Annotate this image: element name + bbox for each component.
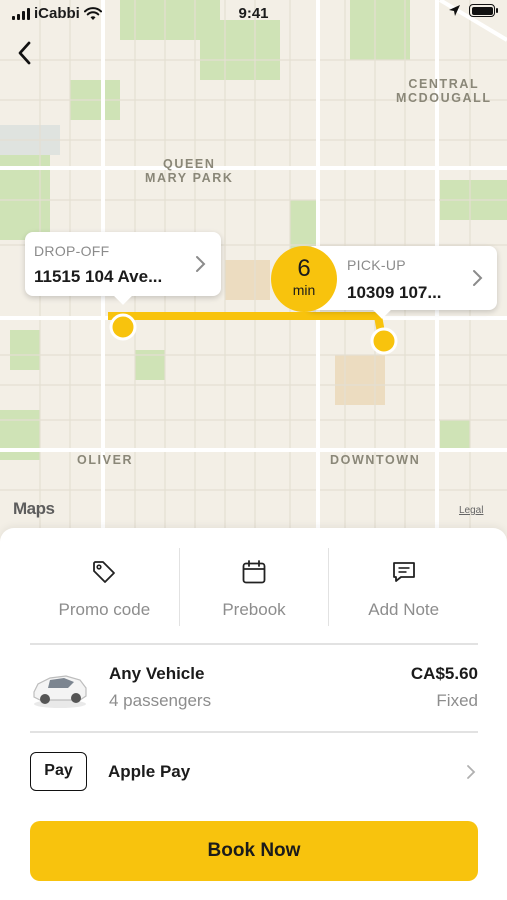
add-note-label: Add Note — [368, 600, 440, 619]
battery-icon — [469, 4, 498, 17]
chevron-right-icon — [196, 256, 206, 272]
fare-type: Fixed — [436, 691, 478, 710]
promo-code-label: Promo code — [58, 600, 151, 619]
legal-link[interactable]: Legal — [459, 505, 483, 516]
apple-pay-badge-text: Pay — [44, 762, 73, 779]
pickup-address: 10309 107... — [347, 283, 442, 302]
vehicle-option[interactable]: Any Vehicle 4 passengers CA$5.60 Fixed — [30, 658, 478, 718]
vehicle-price: CA$5.60 — [410, 664, 478, 683]
status-bar: iCabbi 9:41 — [0, 0, 507, 28]
clock: 9:41 — [238, 5, 269, 22]
note-icon — [392, 562, 415, 582]
prebook-label: Prebook — [222, 600, 286, 619]
location-arrow-icon — [449, 5, 460, 16]
apple-maps-logo: Maps — [12, 499, 55, 519]
chevron-right-icon — [467, 765, 476, 779]
divider — [30, 643, 478, 645]
tag-icon — [93, 561, 116, 583]
eta-value: 6 — [297, 255, 311, 282]
book-now-button[interactable]: Book Now — [30, 821, 478, 881]
map-view[interactable]: CENTRAL MCDOUGALL QUEEN MARY PARK OLIVER… — [0, 0, 507, 560]
map-label-central-mcdougall: CENTRAL MCDOUGALL — [396, 77, 492, 105]
calendar-icon — [242, 560, 266, 584]
map-label-queen-mary-park: QUEEN MARY PARK — [145, 157, 234, 185]
map-label-downtown: DOWNTOWN — [330, 453, 421, 467]
promo-code-button[interactable]: Promo code — [30, 548, 179, 626]
maps-attribution: Maps — [13, 499, 55, 518]
chevron-left-icon — [18, 41, 31, 65]
prebook-button[interactable]: Prebook — [178, 548, 329, 626]
chevron-right-icon — [473, 270, 483, 286]
add-note-button[interactable]: Add Note — [328, 548, 478, 626]
vehicle-name: Any Vehicle — [109, 664, 205, 683]
apple-pay-badge: Pay — [30, 752, 87, 791]
dropoff-address: 11515 104 Ave... — [34, 267, 163, 286]
divider — [30, 731, 478, 733]
map-label-oliver: OLIVER — [77, 453, 134, 467]
eta-badge: 6 min — [271, 246, 337, 312]
payment-method-name: Apple Pay — [108, 762, 191, 781]
booking-sheet: Promo code Prebook Add Note Any Vehicle … — [0, 528, 507, 900]
dropoff-caption: DROP-OFF — [34, 243, 110, 259]
payment-method[interactable]: Pay Apple Pay — [30, 750, 478, 792]
car-icon — [33, 675, 87, 708]
eta-unit: min — [292, 282, 316, 298]
action-row: Promo code Prebook Add Note — [30, 548, 478, 626]
dropoff-callout[interactable]: DROP-OFF 11515 104 Ave... — [25, 232, 221, 305]
back-button[interactable] — [10, 36, 40, 70]
status-right — [448, 4, 498, 17]
vehicle-passengers: 4 passengers — [109, 691, 212, 710]
pickup-caption: PICK-UP — [347, 257, 406, 273]
